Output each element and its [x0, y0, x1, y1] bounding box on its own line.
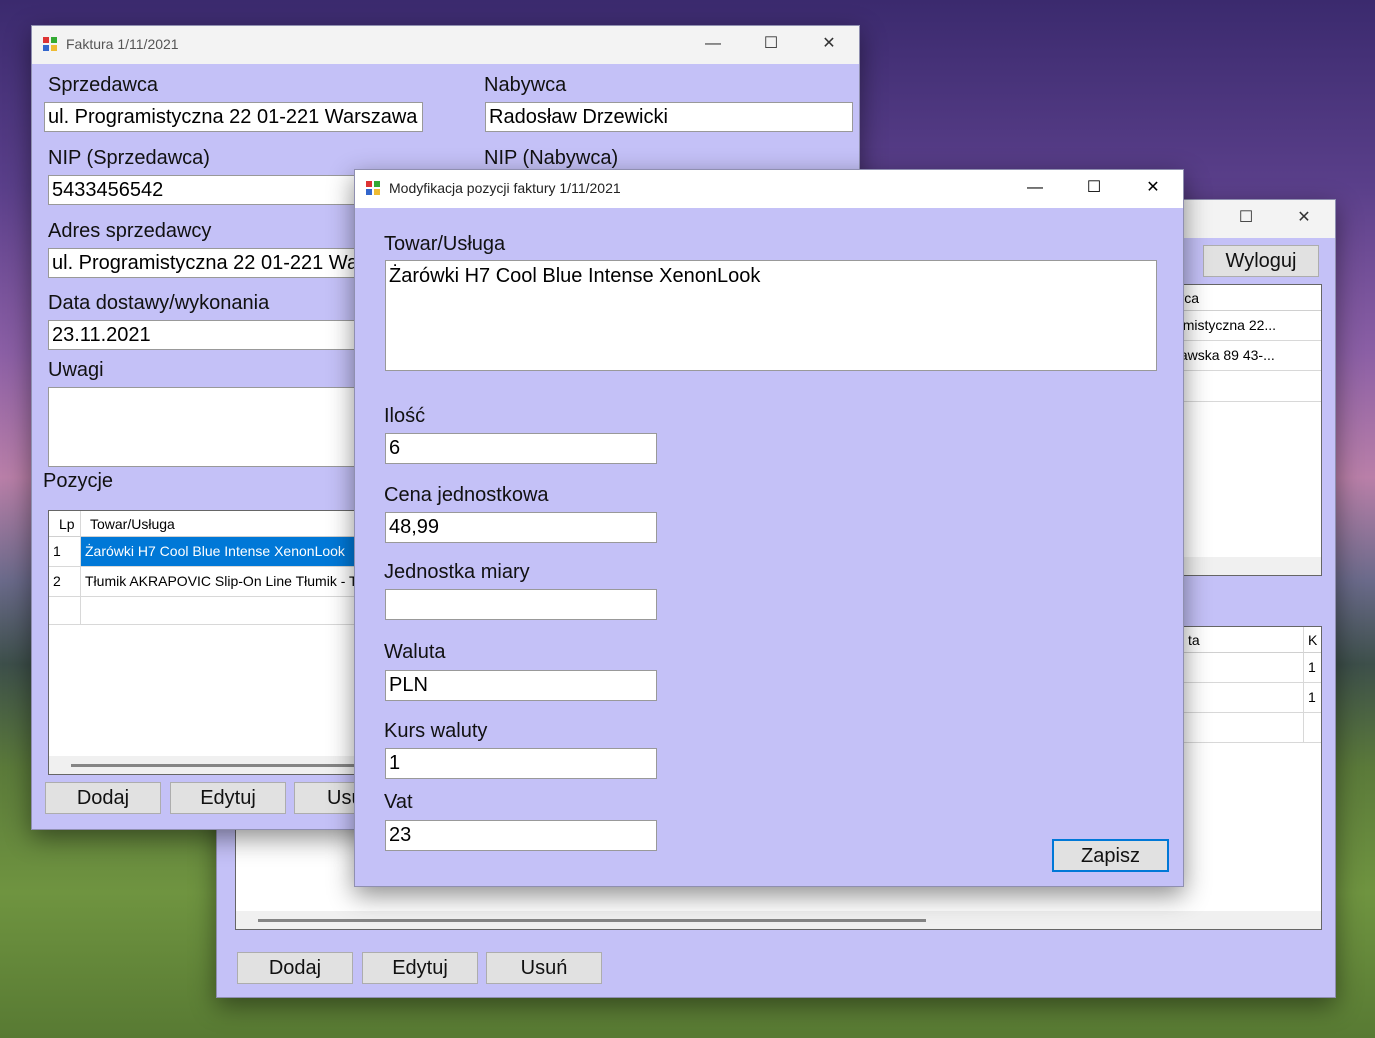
unit-of-measure-label: Jednostka miary — [384, 561, 530, 583]
horizontal-scrollbar[interactable] — [49, 756, 377, 774]
maximize-icon[interactable]: ☐ — [756, 32, 786, 56]
edit-button[interactable]: Edytuj — [170, 782, 286, 814]
logout-button[interactable]: Wyloguj — [1203, 245, 1319, 277]
table-empty-row — [49, 597, 81, 625]
close-icon[interactable]: ✕ — [1289, 206, 1319, 230]
horizontal-scrollbar[interactable] — [236, 911, 1321, 929]
edit-position-dialog: Modyfikacja pozycji faktury 1/11/2021 — … — [354, 169, 1184, 887]
seller-label: Sprzedawca — [48, 74, 159, 96]
scrollbar-thumb[interactable] — [258, 919, 926, 922]
currency-field[interactable]: PLN — [385, 670, 657, 701]
table-row[interactable] — [1184, 683, 1304, 713]
delivery-date-label: Data dostawy/wykonania — [48, 292, 270, 314]
notes-label: Uwagi — [48, 359, 104, 381]
table-row[interactable] — [1184, 653, 1304, 683]
minimize-icon[interactable]: — — [1020, 176, 1050, 200]
column-header-currency[interactable]: ta — [1184, 627, 1304, 653]
edit-button[interactable]: Edytuj — [362, 952, 478, 984]
quantity-field[interactable]: 6 — [385, 433, 657, 464]
exchange-rate-label: Kurs waluty — [384, 720, 488, 742]
positions-table[interactable]: Lp Towar/Usługa 1 Żarówki H7 Cool Blue I… — [48, 510, 378, 775]
column-header-item[interactable]: Towar/Usługa — [81, 511, 377, 537]
buyer-nip-label: NIP (Nabywca) — [484, 147, 619, 169]
add-button[interactable]: Dodaj — [45, 782, 161, 814]
invoice-window-titlebar: Faktura 1/11/2021 — ☐ ✕ — [32, 26, 859, 64]
maximize-icon[interactable]: ☐ — [1079, 176, 1109, 200]
table-empty-row — [1184, 713, 1304, 743]
unit-price-field[interactable]: 48,99 — [385, 512, 657, 543]
seller-address-field[interactable]: ul. Programistyczna 22 01-221 Warszawa — [48, 248, 378, 278]
column-header-rate[interactable]: K — [1304, 627, 1321, 653]
vat-field[interactable]: 23 — [385, 820, 657, 851]
scrollbar-thumb[interactable] — [71, 764, 371, 767]
seller-field[interactable]: ul. Programistyczna 22 01-221 Warszawa — [44, 102, 423, 132]
item-field[interactable]: Żarówki H7 Cool Blue Intense XenonLook — [385, 260, 1157, 371]
save-button[interactable]: Zapisz — [1052, 839, 1169, 872]
maximize-icon[interactable]: ☐ — [1231, 206, 1261, 230]
close-icon[interactable]: ✕ — [1138, 176, 1168, 200]
unit-price-label: Cena jednostkowa — [384, 484, 549, 506]
window-title: Faktura 1/11/2021 — [66, 36, 179, 52]
buyer-label: Nabywca — [484, 74, 567, 96]
minimize-icon[interactable]: — — [698, 32, 728, 56]
dialog-title: Modyfikacja pozycji faktury 1/11/2021 — [389, 180, 621, 196]
unit-of-measure-field[interactable] — [385, 589, 657, 620]
table-cell-lp[interactable]: 1 — [49, 537, 81, 567]
table-cell-lp[interactable]: 2 — [49, 567, 81, 597]
table-row-selected[interactable]: Żarówki H7 Cool Blue Intense XenonLook — [81, 537, 377, 567]
quantity-label: Ilość — [384, 405, 426, 427]
exchange-rate-field[interactable]: 1 — [385, 748, 657, 779]
seller-nip-label: NIP (Sprzedawca) — [48, 147, 210, 169]
positions-label: Pozycje — [43, 470, 114, 492]
seller-address-label: Adres sprzedawcy — [48, 220, 212, 242]
buyer-field[interactable]: Radosław Drzewicki — [485, 102, 853, 132]
currency-label: Waluta — [384, 641, 446, 663]
notes-field[interactable] — [48, 387, 378, 467]
table-empty-row — [1304, 713, 1321, 743]
delete-button[interactable]: Usuń — [486, 952, 602, 984]
table-cell[interactable]: 1 — [1304, 683, 1321, 713]
add-button[interactable]: Dodaj — [237, 952, 353, 984]
close-icon[interactable]: ✕ — [814, 32, 844, 56]
seller-nip-field[interactable]: 5433456542 — [48, 175, 378, 205]
dialog-titlebar: Modyfikacja pozycji faktury 1/11/2021 — … — [355, 170, 1183, 208]
column-header-lp[interactable]: Lp — [49, 511, 81, 537]
item-label: Towar/Usługa — [384, 233, 506, 255]
table-cell[interactable]: 1 — [1304, 653, 1321, 683]
vat-label: Vat — [384, 791, 413, 813]
table-empty-row — [81, 597, 377, 625]
table-row[interactable]: Tłumik AKRAPOVIC Slip-On Line Tłumik - T… — [81, 567, 377, 597]
app-icon — [366, 181, 380, 195]
delivery-date-field[interactable]: 23.11.2021 — [48, 320, 378, 350]
app-icon — [43, 37, 57, 51]
